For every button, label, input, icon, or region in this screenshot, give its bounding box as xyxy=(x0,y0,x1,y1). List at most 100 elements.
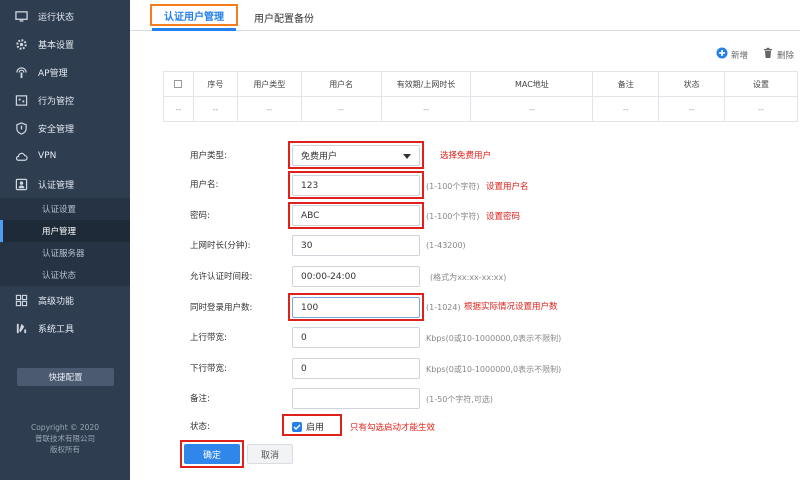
online-time-input[interactable]: 30 xyxy=(292,235,420,256)
copyright-company: 普联技术有限公司 xyxy=(35,434,95,443)
annotation-note: 根据实际情况设置用户数 xyxy=(464,302,558,312)
column-header: 有效期/上网时长 xyxy=(380,71,472,97)
copyright-rights: 版权所有 xyxy=(50,445,80,454)
quick-config-button[interactable]: 快捷配置 xyxy=(17,368,114,386)
online-time-hint: (1-43200) xyxy=(426,241,466,250)
allowed-period-label: 允许认证时间段: xyxy=(190,272,253,282)
password-label: 密码: xyxy=(190,211,210,221)
tab-auth-user-management[interactable]: 认证用户管理 xyxy=(150,4,238,26)
cloud-icon xyxy=(14,149,28,163)
column-header: 状态 xyxy=(658,71,726,97)
table-cell: -- xyxy=(192,96,238,122)
sidebar-subitem-auth-status[interactable]: 认证状态 xyxy=(0,264,130,286)
table-cell: -- xyxy=(658,96,726,122)
table-toolbar: 新增 删除 xyxy=(716,47,794,62)
sidebar-item-label: 认证管理 xyxy=(38,180,75,191)
upstream-input[interactable]: 0 xyxy=(292,327,420,348)
sidebar-item-status[interactable]: 运行状态 xyxy=(0,2,130,30)
annotation-note: 设置密码 xyxy=(486,212,521,222)
sidebar-item-security[interactable]: 安全管理 xyxy=(0,114,130,142)
table-row: -- -- -- -- -- -- -- -- -- xyxy=(163,96,798,122)
sidebar-subitem-user-management[interactable]: 用户管理 xyxy=(0,220,130,242)
downstream-label: 下行带宽: xyxy=(190,364,227,374)
plus-circle-icon xyxy=(716,47,728,62)
select-all-checkbox[interactable] xyxy=(174,80,183,88)
concurrent-users-hint: (1-1024) xyxy=(426,303,461,312)
remark-hint: (1-50个字符,可选) xyxy=(426,395,493,404)
gear-icon xyxy=(14,37,28,51)
sidebar-item-label: 运行状态 xyxy=(38,12,75,23)
column-header: 用户类型 xyxy=(236,71,302,97)
concurrent-users-row: 同时登录用户数: xyxy=(190,296,252,318)
tools-icon xyxy=(14,321,28,335)
sidebar-subitem-auth-settings[interactable]: 认证设置 xyxy=(0,198,130,220)
add-label: 新增 xyxy=(730,50,748,61)
user-type-row: 用户类型: xyxy=(190,144,227,166)
table-cell: -- xyxy=(380,96,472,122)
annotation-note: 设置用户名 xyxy=(486,182,529,192)
remark-label: 备注: xyxy=(190,394,210,404)
downstream-row: 下行带宽: xyxy=(190,357,227,379)
enable-label: 启用 xyxy=(306,423,325,433)
user-type-select[interactable]: 免费用户 xyxy=(292,145,420,166)
column-header: 用户名 xyxy=(300,71,382,97)
user-table: 序号 用户类型 用户名 有效期/上网时长 MAC地址 备注 状态 设置 -- -… xyxy=(163,71,798,122)
column-header: 设置 xyxy=(724,71,798,97)
table-cell: -- xyxy=(592,96,660,122)
allowed-period-hint: (格式为xx:xx-xx:xx) xyxy=(430,273,507,282)
tab-bar: 认证用户管理 用户配置备份 xyxy=(130,0,800,31)
downstream-input[interactable]: 0 xyxy=(292,358,420,379)
cancel-button[interactable]: 取消 xyxy=(247,444,293,464)
sidebar-item-basic-settings[interactable]: 基本设置 xyxy=(0,30,130,58)
sidebar-item-vpn[interactable]: VPN xyxy=(0,142,130,170)
sidebar-item-behavior[interactable]: 行为管控 xyxy=(0,86,130,114)
allowed-period-row: 允许认证时间段: xyxy=(190,265,252,287)
upstream-row: 上行带宽: xyxy=(190,326,227,348)
username-row: 用户名: xyxy=(190,173,218,195)
auth-submenu: 认证设置 用户管理 认证服务器 认证状态 xyxy=(0,198,130,286)
column-header: 序号 xyxy=(192,71,238,97)
sidebar-subitem-auth-server[interactable]: 认证服务器 xyxy=(0,242,130,264)
remark-input[interactable] xyxy=(292,388,420,409)
status-row: 状态: xyxy=(190,415,210,437)
sidebar-item-advanced[interactable]: 高级功能 xyxy=(0,286,130,314)
concurrent-users-label: 同时登录用户数: xyxy=(190,303,253,313)
status-label: 状态: xyxy=(190,422,210,432)
username-label: 用户名: xyxy=(190,180,219,190)
annotation-note: 只有勾选启动才能生效 xyxy=(350,423,436,433)
downstream-hint: Kbps(0或10-1000000,0表示不限制) xyxy=(426,365,562,374)
concurrent-users-input[interactable]: 100 xyxy=(292,297,420,318)
column-header: MAC地址 xyxy=(470,71,594,97)
sidebar-item-label: 行为管控 xyxy=(38,96,75,107)
password-hint: (1-100个字符) xyxy=(426,212,480,221)
monitor-icon xyxy=(14,9,28,23)
sidebar-item-label: 高级功能 xyxy=(38,296,75,307)
tab-user-config-backup[interactable]: 用户配置备份 xyxy=(254,10,314,25)
upstream-label: 上行带宽: xyxy=(190,333,227,343)
password-input[interactable]: ABC xyxy=(292,205,420,226)
table-header-row: 序号 用户类型 用户名 有效期/上网时长 MAC地址 备注 状态 设置 xyxy=(163,71,798,97)
sidebar-item-label: 基本设置 xyxy=(38,40,75,51)
chevron-down-icon xyxy=(403,154,411,159)
username-input[interactable]: 123 xyxy=(292,175,420,196)
password-row: 密码: xyxy=(190,204,210,226)
sidebar-item-system-tools[interactable]: 系统工具 xyxy=(0,314,130,342)
copyright: Copyright © 2020 普联技术有限公司 版权所有 xyxy=(0,422,130,455)
confirm-button[interactable]: 确定 xyxy=(184,444,240,464)
annotation-note: 选择免费用户 xyxy=(440,151,492,161)
sidebar-item-ap[interactable]: AP管理 xyxy=(0,58,130,86)
sidebar-item-label: 系统工具 xyxy=(38,324,75,335)
remark-row: 备注: xyxy=(190,387,210,409)
user-type-value: 免费用户 xyxy=(301,152,338,162)
column-header: 备注 xyxy=(592,71,660,97)
sidebar-item-auth[interactable]: 认证管理 xyxy=(0,170,130,198)
upstream-hint: Kbps(0或10-1000000,0表示不限制) xyxy=(426,334,562,343)
select-all-cell[interactable] xyxy=(163,71,194,97)
allowed-period-input[interactable]: 00:00-24:00 xyxy=(292,266,420,287)
enable-checkbox[interactable]: 启用 xyxy=(292,420,324,433)
delete-button[interactable]: 删除 xyxy=(762,47,794,62)
control-icon xyxy=(14,93,28,107)
shield-icon xyxy=(14,121,28,135)
online-time-label: 上网时长(分钟): xyxy=(190,241,251,251)
add-button[interactable]: 新增 xyxy=(716,47,748,62)
